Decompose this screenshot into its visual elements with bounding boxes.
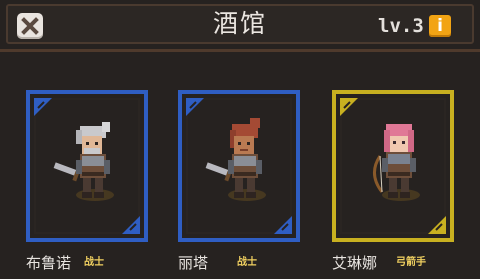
corner-ornament-icon bbox=[428, 216, 446, 234]
info-button[interactable]: i bbox=[429, 15, 451, 37]
hero-card-elena[interactable] bbox=[332, 90, 454, 242]
hero-card-bruno[interactable] bbox=[26, 90, 148, 242]
hero-sprite-bruno bbox=[53, 122, 110, 198]
hero-sprite-rita bbox=[205, 118, 262, 198]
info-icon: i bbox=[437, 16, 443, 36]
corner-ornament-icon bbox=[274, 216, 292, 234]
hero-role: 战士 bbox=[237, 257, 257, 268]
page-title: 酒馆 bbox=[212, 9, 267, 38]
close-icon bbox=[21, 17, 39, 35]
hero-name: 丽塔 bbox=[178, 254, 209, 272]
tavern-level: lv.3 bbox=[378, 15, 424, 37]
hero-role: 战士 bbox=[84, 257, 104, 268]
hero-sprite-elena bbox=[373, 124, 416, 198]
hero-name: 布鲁诺 bbox=[26, 254, 72, 272]
hero-role: 弓箭手 bbox=[396, 257, 426, 268]
hero-name: 艾琳娜 bbox=[332, 254, 378, 272]
close-button[interactable] bbox=[17, 13, 43, 39]
hero-card-rita[interactable] bbox=[178, 90, 300, 242]
corner-ornament-icon bbox=[122, 216, 140, 234]
